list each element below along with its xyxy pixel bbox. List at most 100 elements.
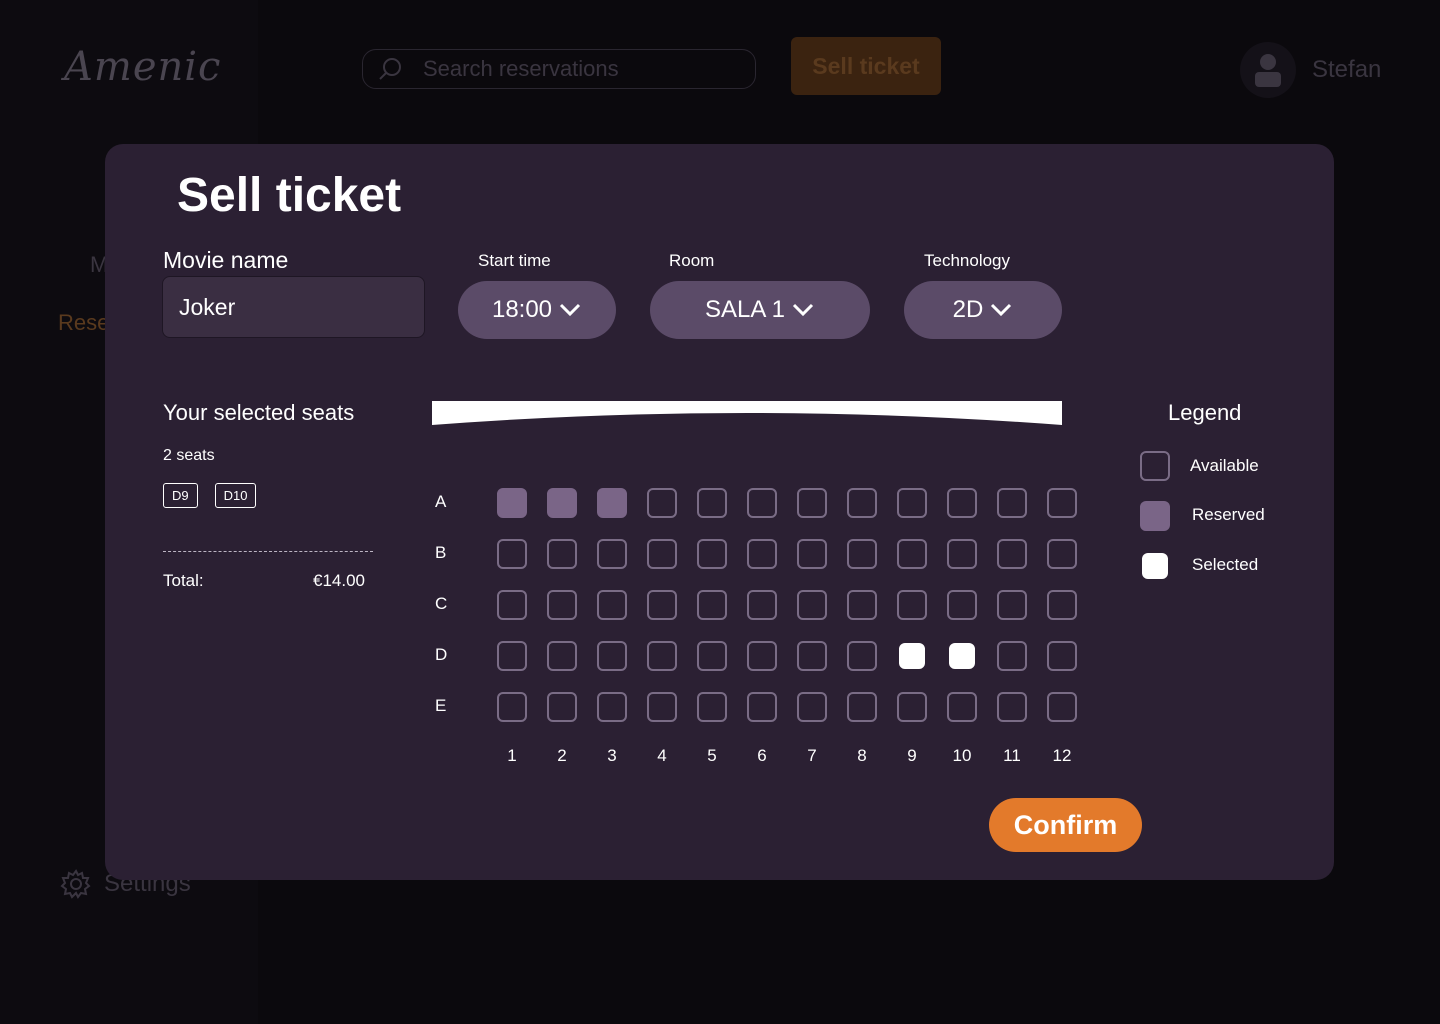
column-label: 4 (657, 746, 667, 765)
seat-b6-available[interactable] (747, 539, 777, 569)
seat-c11-available[interactable] (997, 590, 1027, 620)
seat-b2-available[interactable] (547, 539, 577, 569)
seat-a4-available[interactable] (647, 488, 677, 518)
confirm-button[interactable]: Confirm (989, 798, 1142, 852)
movie-name-input[interactable]: Joker (162, 276, 425, 338)
total-value: €14.00 (313, 571, 365, 590)
seat-c1-available[interactable] (497, 590, 527, 620)
seat-d9-selected[interactable] (899, 643, 925, 669)
seat-d2-available[interactable] (547, 641, 577, 671)
seat-a8-available[interactable] (847, 488, 877, 518)
seat-e8-available[interactable] (847, 692, 877, 722)
start-time-select[interactable]: 18:00 (458, 281, 616, 339)
chevron-down-icon (559, 303, 581, 317)
seat-e7-available[interactable] (797, 692, 827, 722)
seat-a12-available[interactable] (1047, 488, 1077, 518)
seat-c3-available[interactable] (597, 590, 627, 620)
column-label: 10 (952, 746, 972, 765)
room-label: Room (669, 251, 715, 270)
column-label: 3 (607, 746, 617, 765)
chevron-down-icon (792, 303, 814, 317)
technology-label: Technology (924, 251, 1011, 270)
user-menu[interactable]: Stefan (1240, 42, 1381, 98)
seat-b8-available[interactable] (847, 539, 877, 569)
seat-e11-available[interactable] (997, 692, 1027, 722)
seat-e12-available[interactable] (1047, 692, 1077, 722)
total-label: Total: (163, 571, 204, 590)
app-logo: Amenic (64, 44, 222, 90)
seat-b1-available[interactable] (497, 539, 527, 569)
seat-e10-available[interactable] (947, 692, 977, 722)
seat-c5-available[interactable] (697, 590, 727, 620)
search-placeholder: Search reservations (423, 56, 619, 81)
avatar (1240, 42, 1296, 98)
row-label: E (435, 696, 447, 715)
seat-c12-available[interactable] (1047, 590, 1077, 620)
row-label: D (435, 645, 448, 664)
selected-seat-tags: D9 D10 (163, 483, 257, 508)
legend-title: Legend (1168, 400, 1242, 425)
search-input[interactable]: Search reservations (362, 49, 756, 89)
seat-e9-available[interactable] (897, 692, 927, 722)
seat-a6-available[interactable] (747, 488, 777, 518)
seat-c9-available[interactable] (897, 590, 927, 620)
seat-b5-available[interactable] (697, 539, 727, 569)
technology-select[interactable]: 2D (904, 281, 1062, 339)
selected-seats-count: 2 seats (163, 447, 215, 464)
user-icon (1255, 54, 1281, 87)
seat-a10-available[interactable] (947, 488, 977, 518)
seat-b7-available[interactable] (797, 539, 827, 569)
legend-selected-label: Selected (1192, 555, 1259, 574)
seat-e6-available[interactable] (747, 692, 777, 722)
gear-icon (60, 869, 91, 899)
seat-b10-available[interactable] (947, 539, 977, 569)
seat-d12-available[interactable] (1047, 641, 1077, 671)
column-label: 7 (807, 746, 817, 765)
legend-available-swatch (1140, 451, 1170, 481)
column-label: 12 (1052, 746, 1072, 765)
seat-c7-available[interactable] (797, 590, 827, 620)
start-time-label: Start time (478, 251, 551, 270)
seat-b9-available[interactable] (897, 539, 927, 569)
seat-e1-available[interactable] (497, 692, 527, 722)
seat-d3-available[interactable] (597, 641, 627, 671)
seat-a1-reserved (497, 488, 527, 518)
seat-c6-available[interactable] (747, 590, 777, 620)
legend-selected-swatch (1142, 553, 1168, 579)
seat-c2-available[interactable] (547, 590, 577, 620)
search-icon (379, 58, 401, 80)
seat-c8-available[interactable] (847, 590, 877, 620)
seat-d8-available[interactable] (847, 641, 877, 671)
seat-d11-available[interactable] (997, 641, 1027, 671)
seat-e2-available[interactable] (547, 692, 577, 722)
seat-c10-available[interactable] (947, 590, 977, 620)
seat-b12-available[interactable] (1047, 539, 1077, 569)
seat-d1-available[interactable] (497, 641, 527, 671)
column-label: 8 (857, 746, 867, 765)
seat-e3-available[interactable] (597, 692, 627, 722)
seat-a11-available[interactable] (997, 488, 1027, 518)
seat-b11-available[interactable] (997, 539, 1027, 569)
seat-b3-available[interactable] (597, 539, 627, 569)
legend-available-label: Available (1190, 456, 1259, 475)
seat-c4-available[interactable] (647, 590, 677, 620)
seat-a5-available[interactable] (697, 488, 727, 518)
seat-a2-reserved (547, 488, 577, 518)
row-label: C (435, 594, 448, 613)
seat-d6-available[interactable] (747, 641, 777, 671)
seat-a9-available[interactable] (897, 488, 927, 518)
seat-e5-available[interactable] (697, 692, 727, 722)
seat-d7-available[interactable] (797, 641, 827, 671)
sidebar-item-reservations[interactable]: Rese (58, 310, 109, 336)
seat-d5-available[interactable] (697, 641, 727, 671)
seat-a7-available[interactable] (797, 488, 827, 518)
room-select[interactable]: SALA 1 (650, 281, 870, 339)
seat-d10-selected[interactable] (949, 643, 975, 669)
column-label: 2 (557, 746, 567, 765)
seat-d4-available[interactable] (647, 641, 677, 671)
seat-e4-available[interactable] (647, 692, 677, 722)
column-label: 6 (757, 746, 767, 765)
sell-ticket-button[interactable]: Sell ticket (791, 37, 941, 95)
seat-b4-available[interactable] (647, 539, 677, 569)
legend-reserved-label: Reserved (1192, 505, 1265, 524)
